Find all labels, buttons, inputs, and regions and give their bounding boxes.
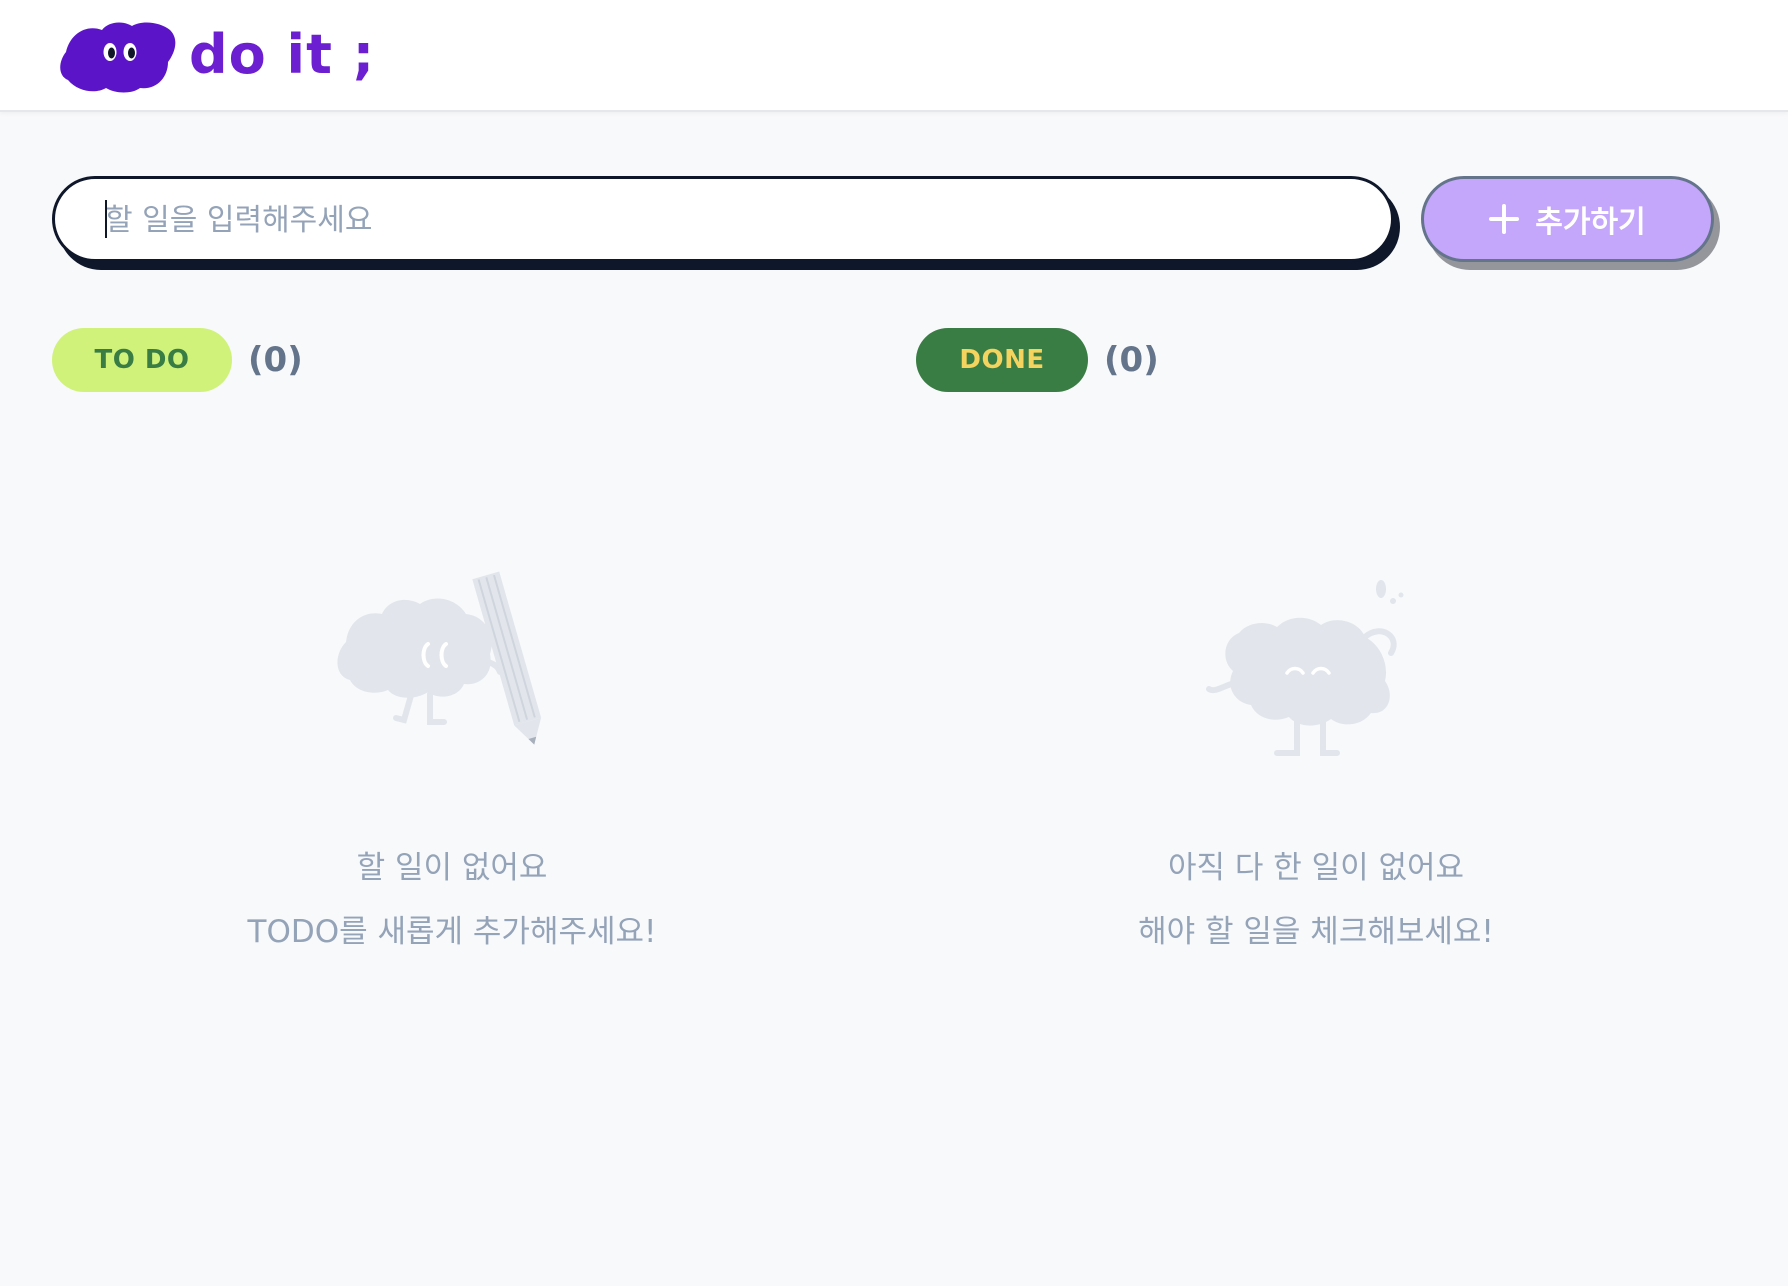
add-todo-button[interactable]: 추가하기 (1421, 176, 1714, 262)
todo-empty-title: 할 일이 없어요 (356, 850, 548, 886)
app-root: do it ; 추가하기 TO DO (0) 할 일이 없어요 (0, 0, 1788, 1286)
todo-empty-subtitle: TODO를 새롭게 추가해주세요! (247, 914, 657, 950)
logo-wordmark: do it ; (189, 23, 376, 86)
cloud-mascot-logo-icon (60, 22, 176, 93)
done-empty-title: 아직 다 한 일이 없어요 (1167, 850, 1465, 886)
empty-done-illustration-icon (1206, 580, 1404, 756)
app-header: do it ; (0, 0, 1788, 112)
todo-input-container (52, 176, 1394, 262)
plus-icon (1489, 204, 1520, 234)
todo-input[interactable] (103, 179, 1357, 261)
empty-todo-illustration-icon (337, 571, 542, 745)
todo-badge: TO DO (52, 328, 232, 392)
done-count: (0) (1104, 340, 1159, 380)
add-button-label: 추가하기 (1535, 205, 1646, 240)
logo[interactable]: do it ; (56, 18, 374, 94)
text-caret (105, 200, 107, 238)
done-empty-subtitle: 해야 할 일을 체크해보세요! (1138, 914, 1494, 950)
todo-count: (0) (248, 340, 303, 380)
done-badge: DONE (916, 328, 1088, 392)
